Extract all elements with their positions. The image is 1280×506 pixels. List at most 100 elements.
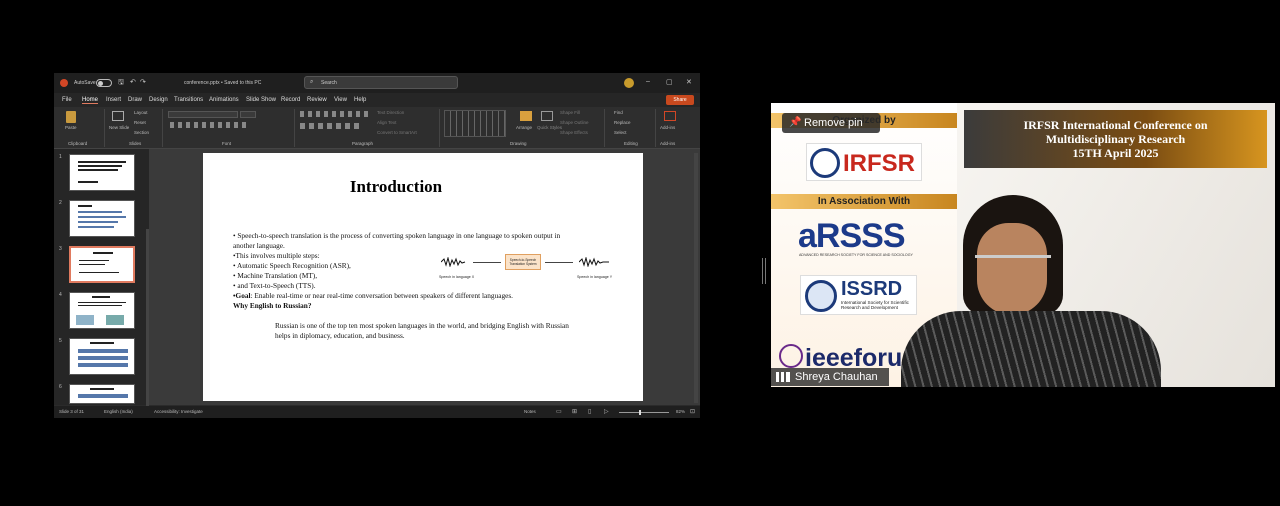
menu-insert[interactable]: Insert	[106, 97, 121, 103]
search-box[interactable]: ⌕ Search	[304, 76, 458, 89]
menu-animations[interactable]: Animations	[209, 97, 239, 103]
menu-design[interactable]: Design	[149, 97, 168, 103]
autosave-toggle[interactable]	[96, 79, 112, 87]
save-icon[interactable]: 🖫	[118, 78, 124, 89]
menu-draw[interactable]: Draw	[128, 97, 142, 103]
slides-label: Slides	[129, 141, 142, 146]
reading-view-icon[interactable]: ▯	[588, 408, 591, 415]
menu-home[interactable]: Home	[82, 97, 99, 104]
close-icon[interactable]: ✕	[686, 78, 692, 86]
slideshow-icon[interactable]: ▷	[604, 408, 609, 415]
menu-review[interactable]: Review	[307, 97, 327, 103]
share-button[interactable]: Share	[666, 95, 694, 105]
zoom-slider[interactable]	[619, 410, 669, 415]
pin-icon: 📌	[789, 117, 802, 128]
fit-slide-icon[interactable]: ⊡	[690, 408, 695, 415]
clipboard-label: Clipboard	[68, 141, 88, 146]
bullet-speech-translation-1: • Speech-to-speech translation is the pr…	[233, 231, 561, 240]
thumb-number-6: 6	[59, 384, 62, 390]
paragraph-label: Paragraph	[352, 141, 374, 146]
new-slide-label[interactable]: New Slide	[109, 125, 129, 130]
text-direction-button[interactable]: Text Direction	[377, 110, 404, 115]
bullet-goal: •Goal: Enable real-time or near real-tim…	[233, 291, 513, 300]
addin-button[interactable]: Add-ins	[660, 125, 675, 130]
irfsr-text: IRFSR	[843, 150, 915, 177]
new-slide-icon[interactable]	[112, 111, 124, 121]
addins-label: Add-ins	[660, 141, 676, 146]
menu-record[interactable]: Record	[281, 97, 300, 103]
arrange-icon[interactable]	[520, 111, 532, 121]
accessibility-status[interactable]: Accessibility: Investigate	[154, 409, 203, 414]
waveform-left-icon	[441, 257, 466, 267]
arrow-right-1	[473, 262, 501, 263]
slide-thumbnail-2[interactable]	[69, 200, 135, 237]
shape-effects-button[interactable]: Shape Effects	[560, 130, 588, 135]
normal-view-icon[interactable]: ▭	[556, 408, 562, 415]
slide-thumbnail-4[interactable]	[69, 292, 135, 329]
menu-bar: File Home Insert Draw Design Transitions…	[54, 93, 700, 107]
avatar[interactable]	[624, 78, 634, 88]
participant-shirt	[901, 311, 1161, 387]
find-button[interactable]: Find	[614, 110, 623, 115]
panel-divider-handle[interactable]	[762, 258, 766, 284]
atom-icon	[779, 344, 803, 368]
align-text-button[interactable]: Align Text	[377, 120, 396, 125]
file-title: conference.pptx • Saved to this PC	[184, 80, 262, 86]
font-label: Font	[222, 141, 232, 146]
slide-3[interactable]: Introduction • Speech-to-speech translat…	[203, 153, 643, 401]
slide-thumbnail-3[interactable]	[69, 246, 135, 283]
language-status[interactable]: English (India)	[104, 409, 133, 414]
canvas-scrollbar[interactable]	[694, 153, 698, 403]
irfsr-emblem-icon	[810, 148, 840, 178]
bullet-speech-translation-2: another language.	[233, 241, 285, 250]
video-tile: Organized by IRFSR In Association With a…	[771, 103, 1275, 387]
convert-smartart-button[interactable]: Convert to SmartArt	[377, 130, 417, 135]
alignment-buttons[interactable]	[300, 123, 360, 129]
section-button[interactable]: Section	[134, 130, 149, 135]
remove-pin-button[interactable]: 📌 Remove pin	[782, 113, 880, 133]
shape-outline-button[interactable]: Shape Outline	[560, 120, 589, 125]
russian-bullet-1: Russian is one of the top ten most spoke…	[275, 321, 569, 330]
slide-thumbnail-1[interactable]	[69, 154, 135, 191]
undo-icon[interactable]: ↶	[130, 78, 136, 86]
drawing-label: Drawing	[510, 141, 527, 146]
replace-button[interactable]: Replace	[614, 120, 631, 125]
notes-button[interactable]: Notes	[524, 409, 536, 414]
minimize-icon[interactable]: –	[646, 78, 650, 85]
font-name-field[interactable]	[168, 111, 238, 118]
paste-label[interactable]: Paste	[65, 125, 77, 130]
shape-fill-button[interactable]: Shape Fill	[560, 110, 580, 115]
bullet-steps: •This involves multiple steps:	[233, 251, 320, 260]
slide-count: Slide 3 of 31	[59, 409, 85, 414]
paste-icon[interactable]	[66, 111, 76, 123]
zoom-level[interactable]: 82%	[676, 409, 685, 414]
menu-view[interactable]: View	[334, 97, 347, 103]
ribbon: Paste Clipboard New Slide Layout Reset S…	[54, 107, 700, 149]
font-format-buttons[interactable]	[170, 122, 250, 128]
thumb-number-2: 2	[59, 200, 62, 206]
bullet-asr: • Automatic Speech Recognition (ASR),	[233, 261, 351, 270]
reset-button[interactable]: Reset	[134, 120, 146, 125]
maximize-icon[interactable]: ▢	[666, 78, 673, 86]
arrange-button[interactable]: Arrange	[516, 125, 532, 130]
menu-help[interactable]: Help	[354, 97, 366, 103]
menu-file[interactable]: File	[62, 97, 72, 103]
issrd-logo: ISSRD International Society for Scientif…	[800, 275, 917, 315]
layout-button[interactable]: Layout	[134, 110, 148, 115]
glasses-icon	[975, 255, 1051, 273]
font-size-field[interactable]	[240, 111, 256, 118]
menu-slideshow[interactable]: Slide Show	[246, 97, 276, 103]
paragraph-buttons[interactable]	[300, 111, 370, 117]
slide-thumbnail-5[interactable]	[69, 338, 135, 375]
slide-thumbnail-6[interactable]	[69, 384, 135, 404]
issrd-text: ISSRD	[841, 278, 903, 300]
addins-icon[interactable]	[664, 111, 676, 121]
quick-styles-icon[interactable]	[541, 111, 553, 121]
slide-sorter-icon[interactable]: ⊞	[572, 408, 577, 415]
shapes-gallery[interactable]	[444, 110, 506, 137]
conference-date: 15TH April 2025	[1072, 146, 1159, 160]
quick-styles-button[interactable]: Quick Styles	[537, 125, 562, 130]
redo-icon[interactable]: ↷	[140, 78, 146, 86]
menu-transitions[interactable]: Transitions	[174, 97, 203, 103]
select-button[interactable]: Select	[614, 130, 627, 135]
